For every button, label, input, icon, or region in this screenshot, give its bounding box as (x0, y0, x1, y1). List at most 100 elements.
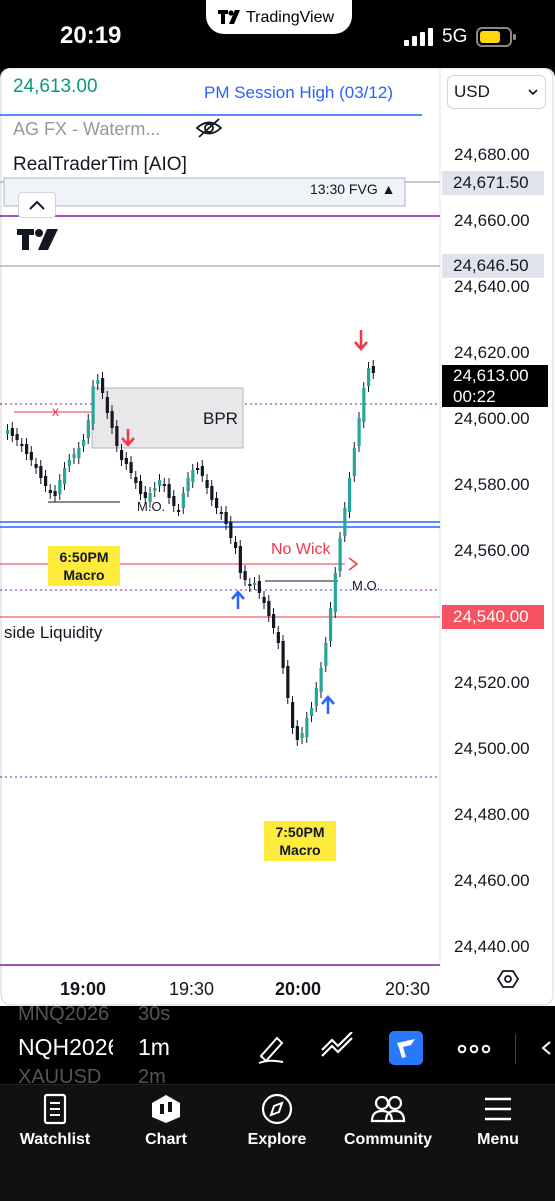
price-tick: 24,480.00 (454, 805, 530, 824)
candle-body (305, 718, 309, 737)
candle-body (205, 480, 209, 488)
up-arrow-icon (231, 590, 245, 609)
liquidity-badge: 24,540.00 (442, 605, 544, 629)
candle-body (53, 491, 57, 496)
candle-body (248, 584, 252, 586)
candle-body (10, 428, 14, 436)
price-tick: 24,580.00 (454, 475, 530, 494)
current-price: 24,613.00 (453, 366, 529, 385)
tab-community[interactable]: Community (333, 1093, 443, 1149)
last-price: 24,613.00 (13, 76, 98, 97)
candle-body (243, 571, 247, 580)
collapse-button[interactable] (18, 192, 56, 218)
interval-selector[interactable]: 1m (138, 1034, 170, 1061)
tab-chart[interactable]: Chart (111, 1093, 221, 1149)
tab-label: Explore (247, 1131, 307, 1148)
candle-body (105, 397, 109, 413)
price-tick: 24,460.00 (454, 871, 530, 890)
eye-hidden-icon[interactable] (195, 117, 223, 139)
mo-label-1: M.O. (137, 499, 166, 514)
candle-body (200, 466, 204, 476)
candle-body (115, 426, 119, 446)
currency-value: USD (454, 82, 490, 101)
price-tick: 24,640.00 (454, 277, 530, 296)
candle-body (219, 512, 223, 514)
watermark-indicator[interactable]: AG FX - Waterm... (13, 119, 160, 140)
candle-body (310, 708, 314, 716)
indicator-name[interactable]: RealTraderTim [AIO] (13, 154, 187, 176)
candle-body (72, 454, 76, 458)
price-tick: 24,680.00 (454, 145, 530, 164)
level-high-badge: 24,671.50 (442, 171, 544, 195)
time-tick: 19:30 (169, 979, 215, 999)
candle-body (186, 478, 190, 491)
candle-body (96, 380, 100, 384)
collapse-left-icon[interactable] (540, 1040, 552, 1056)
chart-icon (152, 1095, 180, 1123)
no-wick-arrow-icon (348, 557, 359, 571)
price-tick: 24,620.00 (454, 343, 530, 362)
network-label: 5G (442, 26, 468, 47)
candle-body (20, 444, 24, 446)
candle-body (238, 546, 242, 573)
chart-toolbar: MNQ2026 30s NQH2026 1m XAUUSD 2m (0, 1003, 555, 1084)
candle-body (172, 496, 176, 506)
candle-body (276, 632, 280, 643)
trend-lines-icon[interactable] (320, 1032, 356, 1062)
tab-watchlist[interactable]: Watchlist (0, 1093, 110, 1149)
macro-1-time: 6:50PM (59, 549, 109, 565)
symbol-prev: MNQ2026 (18, 1003, 110, 1025)
candle-body (91, 386, 95, 424)
candle-body (101, 378, 105, 393)
app-pill-label: TradingView (246, 9, 335, 26)
candle-body (343, 508, 347, 536)
candle-body (67, 460, 71, 466)
candle-body (324, 643, 328, 666)
candle-body (333, 573, 337, 612)
tab-explore[interactable]: Explore (222, 1093, 332, 1149)
liquidity-label: side Liquidity (4, 623, 103, 642)
tradingview-logo-icon (218, 10, 240, 24)
battery-icon (476, 27, 516, 47)
candle-body (338, 538, 342, 571)
candle-body (357, 418, 361, 446)
macro-2-text: Macro (279, 842, 321, 858)
candle-body (291, 702, 295, 728)
no-wick-label: No Wick (271, 541, 331, 558)
macro-1-text: Macro (63, 567, 105, 583)
price-chart[interactable] (0, 68, 555, 1006)
status-time: 20:19 (60, 22, 122, 49)
candle-body (82, 440, 86, 446)
tradingview-watermark-icon (17, 229, 58, 250)
candle-body (210, 486, 214, 500)
candle-body (129, 462, 133, 473)
symbol-next: XAUUSD (18, 1066, 102, 1084)
candle-body (167, 484, 171, 498)
candle-body (34, 464, 38, 468)
interval-prev: 30s (138, 1003, 171, 1025)
more-options-icon[interactable] (457, 1044, 491, 1054)
time-tick: 20:00 (275, 979, 322, 999)
candle-body (153, 488, 157, 491)
compass-icon (261, 1093, 293, 1125)
interval-next: 2m (138, 1066, 166, 1084)
candle-body (39, 466, 43, 478)
candle-body (362, 388, 366, 422)
currency-select[interactable]: USD (447, 75, 546, 109)
tab-menu[interactable]: Menu (443, 1093, 553, 1149)
draw-pen-icon[interactable] (255, 1032, 287, 1064)
candle-body (272, 614, 276, 628)
candle-body (63, 468, 67, 484)
chart-panel[interactable]: 24,613.00 PM Session High (03/12) USD AG… (0, 68, 555, 1006)
app-pill[interactable]: TradingView (206, 0, 352, 34)
chevron-down-icon (528, 89, 538, 96)
favorites-tool-icon[interactable] (389, 1031, 423, 1065)
candle-body (215, 498, 219, 508)
candle-body (257, 581, 261, 593)
candle-body (158, 480, 162, 486)
mo-label-2: M.O. (352, 578, 381, 593)
candle-body (314, 688, 318, 706)
candle-body (229, 522, 233, 538)
price-tick: 24,560.00 (454, 541, 530, 560)
symbol-selector[interactable]: NQH2026 (18, 1034, 113, 1061)
